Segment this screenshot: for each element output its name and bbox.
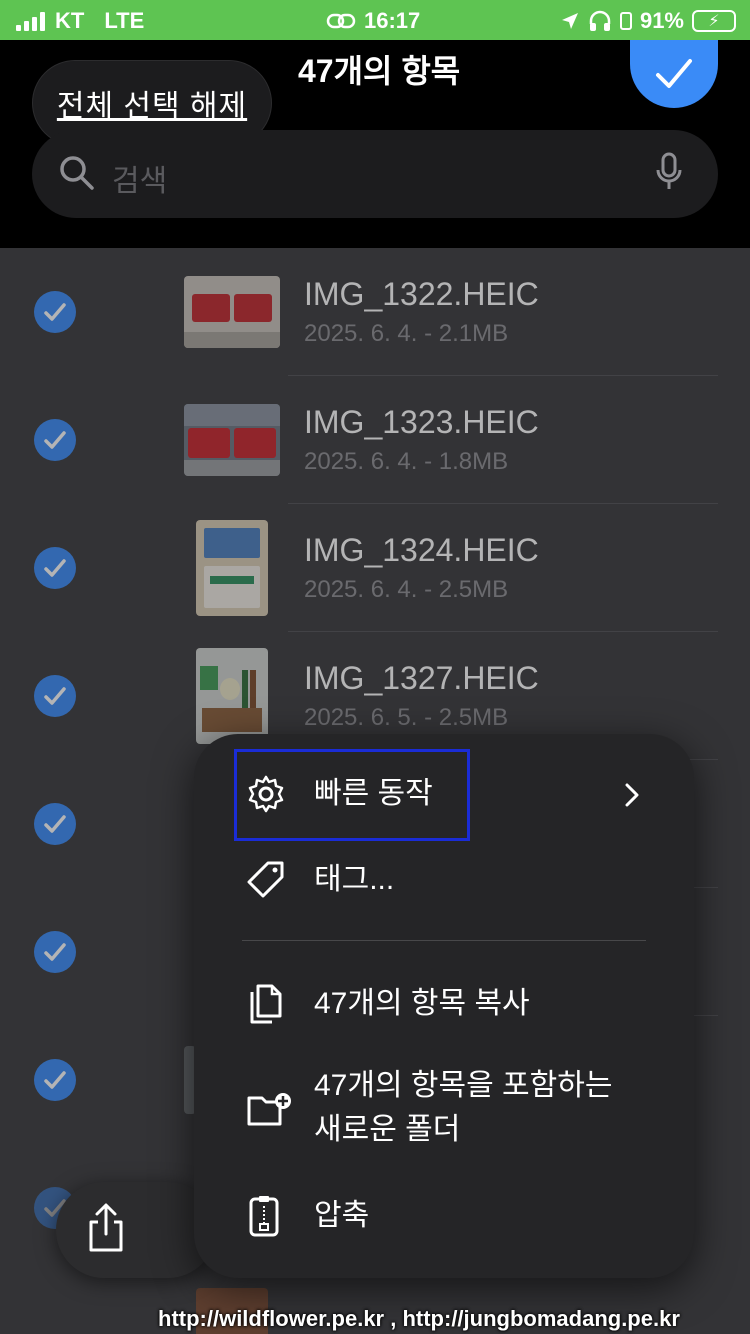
- bottom-toolbar: [56, 1182, 216, 1278]
- tag-icon: [247, 861, 284, 898]
- menu-item-compress[interactable]: 압축: [194, 1194, 694, 1238]
- headphones-icon: [589, 10, 611, 31]
- battery-percent: 91%: [639, 8, 684, 33]
- menu-divider: [242, 940, 646, 941]
- menu-item-label-line2: 새로운 폴더: [314, 1113, 461, 1146]
- microphone-icon[interactable]: [656, 152, 682, 192]
- search-input[interactable]: 검색: [112, 156, 167, 200]
- menu-item-label-line1: 47개의 항목을 포함하는: [314, 1069, 613, 1102]
- status-right: 91% ⚡: [560, 8, 736, 34]
- search-icon: [60, 156, 94, 190]
- status-bar: KT LTE 16:17 91% ⚡: [0, 0, 750, 40]
- item-count-title: 47개의 항목: [298, 53, 461, 89]
- chevron-right-icon: [625, 783, 639, 807]
- share-icon[interactable]: [86, 1202, 126, 1254]
- folder-add-icon: [247, 1093, 291, 1126]
- status-center: 16:17: [326, 8, 420, 34]
- search-bar[interactable]: 검색: [32, 130, 718, 218]
- watermark: http://wildflower.pe.kr , http://jungbom…: [158, 1306, 680, 1331]
- network-label: LTE: [104, 8, 145, 33]
- orientation-lock-icon: [619, 12, 632, 30]
- copy-icon: [250, 984, 282, 1024]
- done-button[interactable]: [630, 40, 718, 108]
- signal-icon: [16, 11, 45, 31]
- menu-item-new-folder-with-items[interactable]: 47개의 항목을 포함하는 새로운 폴더: [194, 1064, 694, 1154]
- carrier-label: KT: [55, 8, 85, 33]
- status-left: KT LTE: [16, 8, 144, 34]
- location-icon: [561, 13, 578, 29]
- archive-icon: [249, 1196, 279, 1237]
- menu-item-label: 47개의 항목 복사: [314, 987, 530, 1020]
- checkmark-icon: [656, 59, 692, 88]
- deselect-all-label: 전체 선택 해제: [56, 90, 248, 123]
- menu-item-label: 태그...: [314, 863, 395, 896]
- highlight-box: [234, 749, 470, 841]
- link-icon: [326, 13, 356, 29]
- header: 전체 선택 해제 47개의 항목 검색: [0, 40, 750, 248]
- battery-charging-icon: ⚡: [692, 10, 736, 32]
- clock: 16:17: [364, 8, 421, 33]
- menu-item-tags[interactable]: 태그...: [194, 858, 694, 902]
- menu-item-label: 압축: [314, 1199, 370, 1232]
- menu-item-copy[interactable]: 47개의 항목 복사: [194, 982, 694, 1026]
